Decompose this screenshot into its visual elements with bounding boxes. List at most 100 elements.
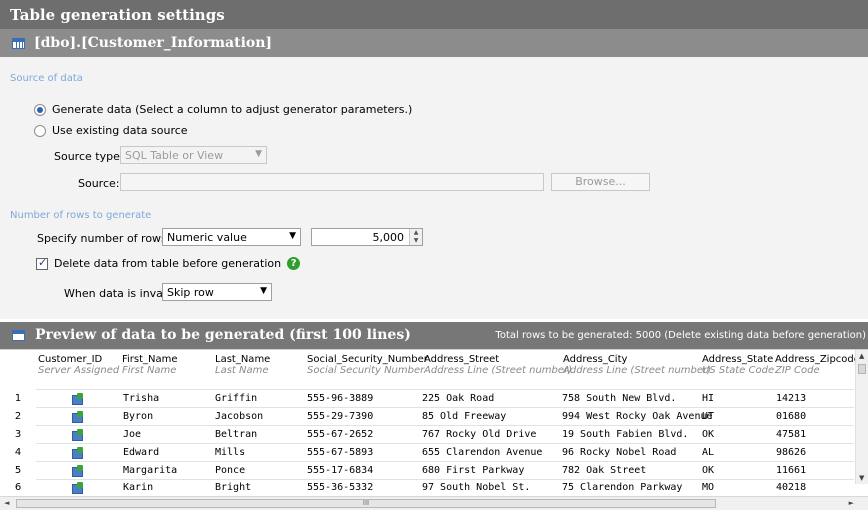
row-divider	[36, 407, 854, 408]
cell-street: 225 Oak Road	[422, 393, 495, 404]
radio-selected-icon[interactable]	[34, 103, 46, 116]
invalid-data-value: Skip row	[167, 286, 214, 299]
row-divider	[36, 443, 854, 444]
row-divider	[36, 461, 854, 462]
use-existing-radio[interactable]: Use existing data source	[34, 124, 188, 137]
row-divider	[36, 425, 854, 426]
column-header[interactable]: Address_Zipcode ZIP Code	[775, 354, 860, 376]
column-header[interactable]: Social_Security_Number Social Security N…	[307, 354, 428, 376]
column-generator: Last Name	[215, 365, 269, 376]
column-header[interactable]: Address_State US State Code	[702, 354, 774, 376]
cell-street: 85 Old Freeway	[422, 411, 507, 422]
use-existing-label: Use existing data source	[52, 124, 188, 137]
cell-zip: 47581	[776, 429, 807, 440]
row-count-value: 5,000	[372, 231, 405, 244]
invalid-data-dropdown[interactable]: Skip row ▼	[162, 283, 272, 301]
row-count-stepper[interactable]: 5,000 ▲ ▼	[311, 228, 423, 246]
column-header[interactable]: Address_Street Address Line (Street numb…	[424, 354, 572, 376]
preview-grid[interactable]: Customer_ID Server Assigned First_Name F…	[0, 349, 868, 510]
chevron-down-icon: ▼	[260, 286, 267, 296]
preview-title: Preview of data to be generated (first 1…	[35, 327, 411, 343]
specify-rows-value: Numeric value	[167, 231, 247, 244]
preview-header: Preview of data to be generated (first 1…	[0, 322, 868, 349]
source-type-dropdown[interactable]: SQL Table or View ▼	[120, 146, 267, 164]
rows-section-label: Number of rows to generate	[10, 210, 152, 221]
row-number: 6	[14, 482, 22, 493]
cell-first-name: Karin	[123, 482, 154, 493]
cell-street: 655 Clarendon Avenue	[422, 447, 543, 458]
cell-last-name: Ponce	[215, 465, 246, 476]
server-assigned-icon	[72, 447, 84, 459]
cell-state: UT	[702, 411, 715, 422]
cell-zip: 40218	[776, 482, 807, 493]
row-divider	[36, 389, 854, 390]
column-generator: Server Assigned	[38, 365, 120, 376]
server-assigned-icon	[72, 393, 84, 405]
column-name: Last_Name	[215, 354, 271, 365]
delete-data-checkbox-row[interactable]: Delete data from table before generation…	[36, 256, 301, 270]
column-generator: First Name	[122, 365, 177, 376]
source-type-value: SQL Table or View	[125, 149, 224, 162]
cell-state: HI	[702, 393, 715, 404]
cell-first-name: Byron	[123, 411, 154, 422]
cell-city: 782 Oak Street	[562, 465, 647, 476]
column-generator: Social Security Number	[307, 365, 425, 376]
column-header[interactable]: Last_Name Last Name	[215, 354, 270, 376]
cell-first-name: Edward	[123, 447, 160, 458]
cell-first-name: Margarita	[123, 465, 178, 476]
table-name: [dbo].[Customer_Information]	[34, 35, 273, 51]
generate-data-label: Generate data (Select a column to adjust…	[52, 103, 413, 116]
cell-last-name: Mills	[215, 447, 246, 458]
vertical-scrollbar[interactable]: ▲ ▼	[855, 350, 868, 484]
row-number: 4	[14, 447, 22, 458]
server-assigned-icon	[72, 411, 84, 423]
cell-ssn: 555-67-5893	[307, 447, 374, 458]
scroll-right-icon[interactable]: ►	[849, 499, 854, 507]
cell-state: OK	[702, 429, 715, 440]
delete-data-checkbox[interactable]	[36, 256, 48, 270]
delete-data-label: Delete data from table before generation	[54, 257, 282, 270]
cell-zip: 14213	[776, 393, 807, 404]
column-generator: Address Line (Street number)	[563, 365, 712, 376]
horizontal-scrollbar[interactable]: ◄ III ►	[0, 496, 868, 510]
scroll-left-icon[interactable]: ◄	[4, 499, 9, 507]
source-input[interactable]	[120, 173, 544, 191]
column-header[interactable]: Address_City Address Line (Street number…	[563, 354, 711, 376]
cell-city: 96 Rocky Nobel Road	[562, 447, 677, 458]
scroll-thumb[interactable]: III	[16, 499, 716, 508]
source-type-label: Source type:	[54, 150, 124, 163]
chevron-down-icon: ▼	[255, 149, 262, 159]
settings-panel: Source of data Generate data (Select a c…	[0, 57, 868, 319]
scroll-thumb[interactable]	[858, 364, 866, 374]
help-icon[interactable]: ?	[287, 257, 301, 270]
cell-first-name: Trisha	[123, 393, 160, 404]
cell-last-name: Jacobson	[215, 411, 264, 422]
cell-ssn: 555-17-6834	[307, 465, 374, 476]
column-name: Address_Street	[424, 354, 500, 365]
cell-city: 758 South New Blvd.	[562, 393, 677, 404]
source-section-label: Source of data	[10, 73, 83, 84]
cell-city: 19 South Fabien Blvd.	[562, 429, 689, 440]
cell-ssn: 555-36-5332	[307, 482, 374, 493]
column-header[interactable]: Customer_ID Server Assigned	[38, 354, 119, 376]
browse-button[interactable]: Browse...	[551, 173, 650, 191]
cell-state: MO	[702, 482, 715, 493]
stepper-arrows-icon[interactable]: ▲ ▼	[409, 229, 422, 245]
generate-data-radio[interactable]: Generate data (Select a column to adjust…	[34, 103, 412, 116]
column-generator: ZIP Code	[775, 365, 820, 376]
cell-ssn: 555-29-7390	[307, 411, 374, 422]
column-generator: US State Code	[702, 365, 775, 376]
column-name: Customer_ID	[38, 354, 103, 365]
cell-street: 97 South Nobel St.	[422, 482, 531, 493]
row-number: 2	[14, 411, 22, 422]
scroll-up-icon[interactable]: ▲	[859, 352, 864, 360]
cell-state: AL	[702, 447, 715, 458]
cell-street: 680 First Parkway	[422, 465, 525, 476]
cell-city: 994 West Rocky Oak Avenue	[562, 411, 713, 422]
column-name: Address_Zipcode	[775, 354, 860, 365]
column-header[interactable]: First_Name First Name	[122, 354, 178, 376]
radio-unselected-icon[interactable]	[34, 124, 46, 137]
specify-rows-dropdown[interactable]: Numeric value ▼	[162, 228, 301, 246]
scroll-down-icon[interactable]: ▼	[859, 474, 864, 482]
column-name: Social_Security_Number	[307, 354, 428, 365]
